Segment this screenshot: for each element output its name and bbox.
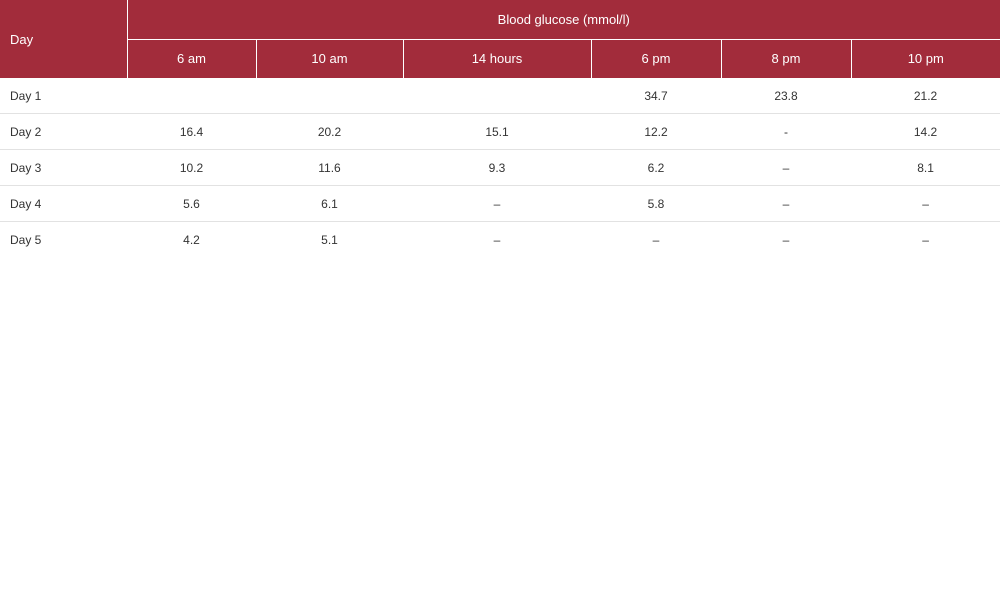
value-cell: 34.7 bbox=[591, 78, 721, 114]
time-header-14hours: 14 hours bbox=[402, 39, 591, 78]
value-cell: 9.3 bbox=[403, 149, 591, 186]
value-cell: – bbox=[721, 149, 851, 186]
value-cell: 11.6 bbox=[256, 149, 403, 186]
value-cell: 5.1 bbox=[321, 232, 338, 247]
value-cell: 5.8 bbox=[591, 185, 721, 222]
table-row: Day 2 16.4 20.2 15.1 12.2 - 14.2 bbox=[0, 113, 1000, 150]
value-cell: 20.2 bbox=[256, 113, 403, 150]
blood-glucose-group-header: Blood glucose (mmol/l) bbox=[126, 0, 1000, 40]
blood-glucose-table: Day Blood glucose (mmol/l) 6 am 10 am 14… bbox=[0, 0, 1000, 257]
table-row: Day 4 5.6 6.1 – 5.8 – – bbox=[0, 185, 1000, 222]
value-cell: 23.8 bbox=[721, 78, 851, 114]
day-column-header: Day bbox=[0, 0, 127, 78]
table-body: Day 1 34.7 23.8 21.2 Day 2 16.4 20.2 15.… bbox=[0, 78, 1000, 257]
value-cell: 4.2 bbox=[183, 232, 200, 247]
value-cell: 6.2 bbox=[591, 149, 721, 186]
value-cell: – bbox=[652, 232, 660, 247]
value-cell: 16.4 bbox=[127, 113, 256, 150]
time-header-6am: 6 am bbox=[126, 39, 256, 78]
value-cell bbox=[403, 78, 591, 114]
value-cell: 15.1 bbox=[403, 113, 591, 150]
value-cell: 12.2 bbox=[591, 113, 721, 150]
table-header: Day Blood glucose (mmol/l) 6 am 10 am 14… bbox=[0, 0, 1000, 78]
header-row-times: 6 am 10 am 14 hours 6 pm 8 pm 10 pm bbox=[0, 39, 1000, 78]
time-header-8pm: 8 pm bbox=[720, 39, 851, 78]
value-cell: – bbox=[403, 185, 591, 222]
time-header-10am: 10 am bbox=[255, 39, 403, 78]
value-cell: – bbox=[721, 185, 851, 222]
value-cell: – bbox=[493, 232, 501, 247]
value-cell bbox=[127, 78, 256, 114]
table-row: Day 5 4.2 5.1 – – – – bbox=[0, 222, 1000, 258]
value-cell: – bbox=[782, 232, 790, 247]
day-cell: Day 2 bbox=[0, 113, 127, 150]
value-cell: 10.2 bbox=[127, 149, 256, 186]
table-row: Day 3 10.2 11.6 9.3 6.2 – 8.1 bbox=[0, 149, 1000, 186]
day-cell: Day 3 bbox=[0, 149, 127, 186]
value-cell: 14.2 bbox=[851, 113, 1000, 150]
header-row-group: Day Blood glucose (mmol/l) bbox=[0, 0, 1000, 78]
value-cell: – bbox=[922, 232, 929, 247]
value-cell: 5.6 bbox=[127, 185, 256, 222]
table-row: Day 1 34.7 23.8 21.2 bbox=[0, 78, 1000, 114]
day-cell: Day 4 bbox=[0, 185, 127, 222]
day-cell: Day 5 bbox=[10, 232, 42, 247]
day-cell: Day 1 bbox=[0, 78, 127, 114]
value-cell: – bbox=[851, 185, 1000, 222]
value-cell: 8.1 bbox=[851, 149, 1000, 186]
value-cell: 21.2 bbox=[851, 78, 1000, 114]
value-cell: - bbox=[721, 113, 851, 150]
time-header-10pm: 10 pm bbox=[850, 39, 1000, 78]
value-cell bbox=[256, 78, 403, 114]
value-cell: 6.1 bbox=[256, 185, 403, 222]
time-header-6pm: 6 pm bbox=[590, 39, 721, 78]
